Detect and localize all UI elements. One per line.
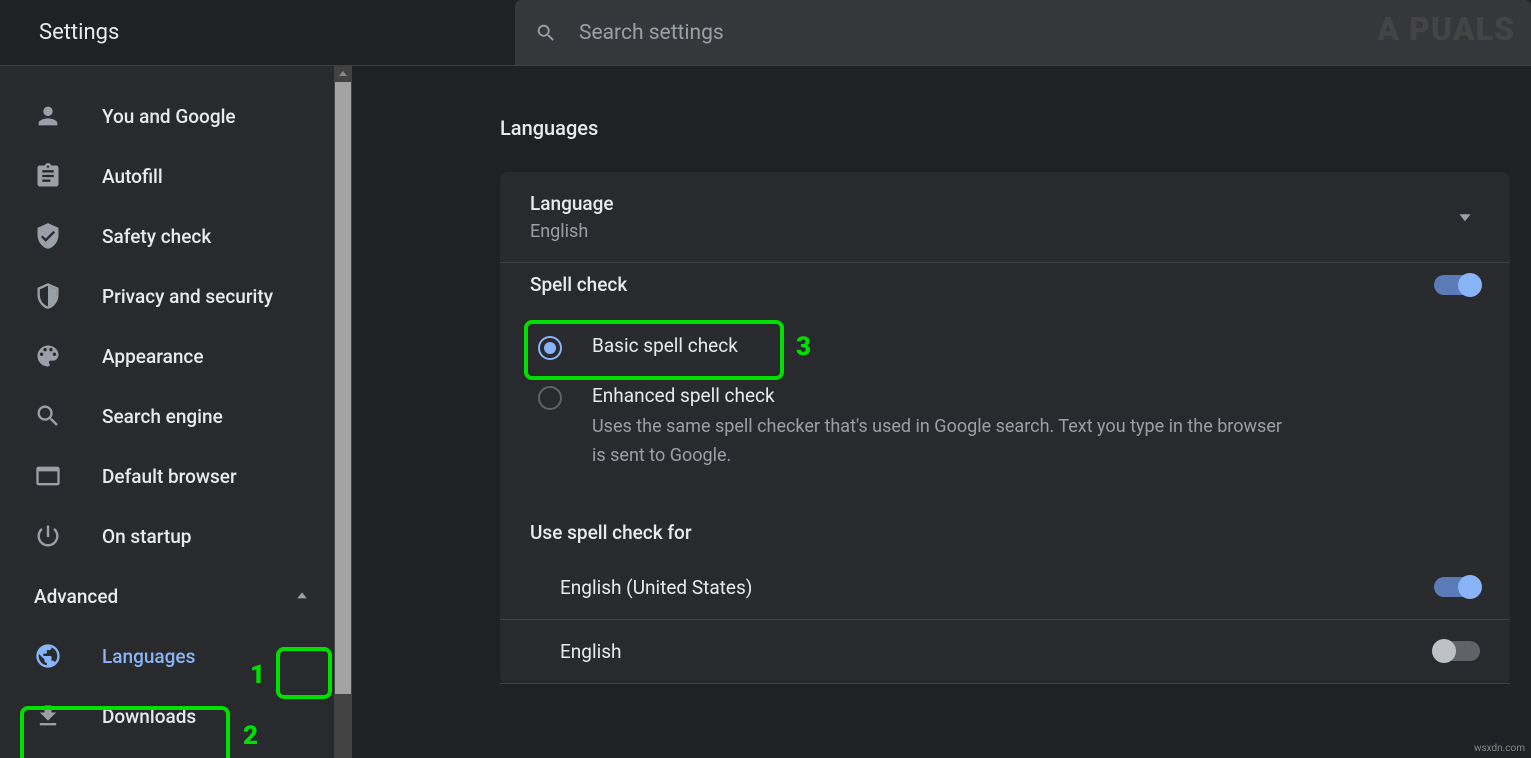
header-left: Settings xyxy=(0,0,515,65)
basic-spell-check-label: Basic spell check xyxy=(592,334,738,357)
shield-check-icon xyxy=(34,222,62,250)
sidebar-item-label: Safety check xyxy=(102,225,211,248)
chevron-up-icon xyxy=(282,576,322,616)
sidebar-item-search-engine[interactable]: Search engine xyxy=(0,386,352,446)
search-icon xyxy=(34,402,62,430)
use-spell-check-for-label: Use spell check for xyxy=(500,491,1510,556)
watermark-text: wsxdn.com xyxy=(1474,743,1525,754)
spell-lang-toggle-en-us[interactable] xyxy=(1434,577,1480,597)
person-icon xyxy=(34,102,62,130)
palette-icon xyxy=(34,342,62,370)
sidebar-item-label: On startup xyxy=(102,525,192,548)
scroll-up-button[interactable] xyxy=(335,66,351,82)
spell-lang-row-en: English xyxy=(500,620,1510,684)
sidebar-item-on-startup[interactable]: On startup xyxy=(0,506,352,566)
sidebar: You and Google Autofill Safety check Pri… xyxy=(0,66,352,758)
enhanced-spell-check-desc: Uses the same spell checker that's used … xyxy=(592,413,1292,471)
sidebar-item-label: Downloads xyxy=(102,705,196,728)
sidebar-item-label: Search engine xyxy=(102,405,223,428)
sidebar-item-you-and-google[interactable]: You and Google xyxy=(0,86,352,146)
main-page-heading: Languages xyxy=(500,116,1510,140)
sidebar-item-default-browser[interactable]: Default browser xyxy=(0,446,352,506)
sidebar-item-label: Default browser xyxy=(102,465,237,488)
app-header: Settings xyxy=(0,0,1531,65)
spell-check-toggle[interactable] xyxy=(1434,275,1480,295)
annotation-number-1: 1 xyxy=(250,660,265,690)
sidebar-item-languages[interactable]: Languages xyxy=(0,626,352,686)
radio-enhanced[interactable] xyxy=(538,386,562,410)
sidebar-item-label: Autofill xyxy=(102,165,163,188)
annotation-number-3: 3 xyxy=(796,332,811,362)
sidebar-section-advanced[interactable]: Advanced xyxy=(0,566,352,626)
sidebar-item-safety-check[interactable]: Safety check xyxy=(0,206,352,266)
annotation-number-2: 2 xyxy=(243,721,258,751)
sidebar-item-label: Privacy and security xyxy=(102,285,273,308)
language-row[interactable]: Language English xyxy=(500,172,1510,263)
spell-check-label: Spell check xyxy=(530,273,627,296)
enhanced-spell-check-row[interactable]: Enhanced spell check Uses the same spell… xyxy=(530,372,1480,483)
language-row-value: English xyxy=(530,221,614,242)
shield-icon xyxy=(34,282,62,310)
radio-basic[interactable] xyxy=(538,336,562,360)
browser-icon xyxy=(34,462,62,490)
download-icon xyxy=(34,702,62,730)
sidebar-item-label: Appearance xyxy=(102,345,204,368)
chevron-down-icon xyxy=(1450,202,1480,232)
enhanced-spell-check-label: Enhanced spell check xyxy=(592,384,1292,407)
spell-lang-label: English (United States) xyxy=(560,576,752,599)
main-content: Languages Language English Spell check xyxy=(352,66,1531,758)
languages-card: Language English Spell check xyxy=(500,172,1510,684)
spell-lang-label: English xyxy=(560,640,621,663)
spell-lang-row-en-us: English (United States) xyxy=(500,556,1510,620)
sidebar-item-autofill[interactable]: Autofill xyxy=(0,146,352,206)
sidebar-section-label: Advanced xyxy=(34,585,118,608)
sidebar-item-downloads[interactable]: Downloads xyxy=(0,686,352,746)
scrollbar-thumb[interactable] xyxy=(335,82,351,694)
watermark-logo: A PUALS xyxy=(1377,0,1523,48)
sidebar-item-label: Languages xyxy=(102,645,195,668)
globe-icon xyxy=(34,642,62,670)
spell-check-row: Spell check xyxy=(500,263,1510,322)
sidebar-item-privacy-security[interactable]: Privacy and security xyxy=(0,266,352,326)
spell-lang-toggle-en[interactable] xyxy=(1434,641,1480,661)
language-row-label: Language xyxy=(530,192,614,215)
sidebar-item-label: You and Google xyxy=(102,105,236,128)
power-icon xyxy=(34,522,62,550)
sidebar-item-appearance[interactable]: Appearance xyxy=(0,326,352,386)
basic-spell-check-row[interactable]: Basic spell check 3 xyxy=(530,322,1480,372)
search-icon xyxy=(535,22,557,44)
page-title: Settings xyxy=(39,20,119,45)
scrollbar-track[interactable] xyxy=(334,66,352,758)
clipboard-icon xyxy=(34,162,62,190)
